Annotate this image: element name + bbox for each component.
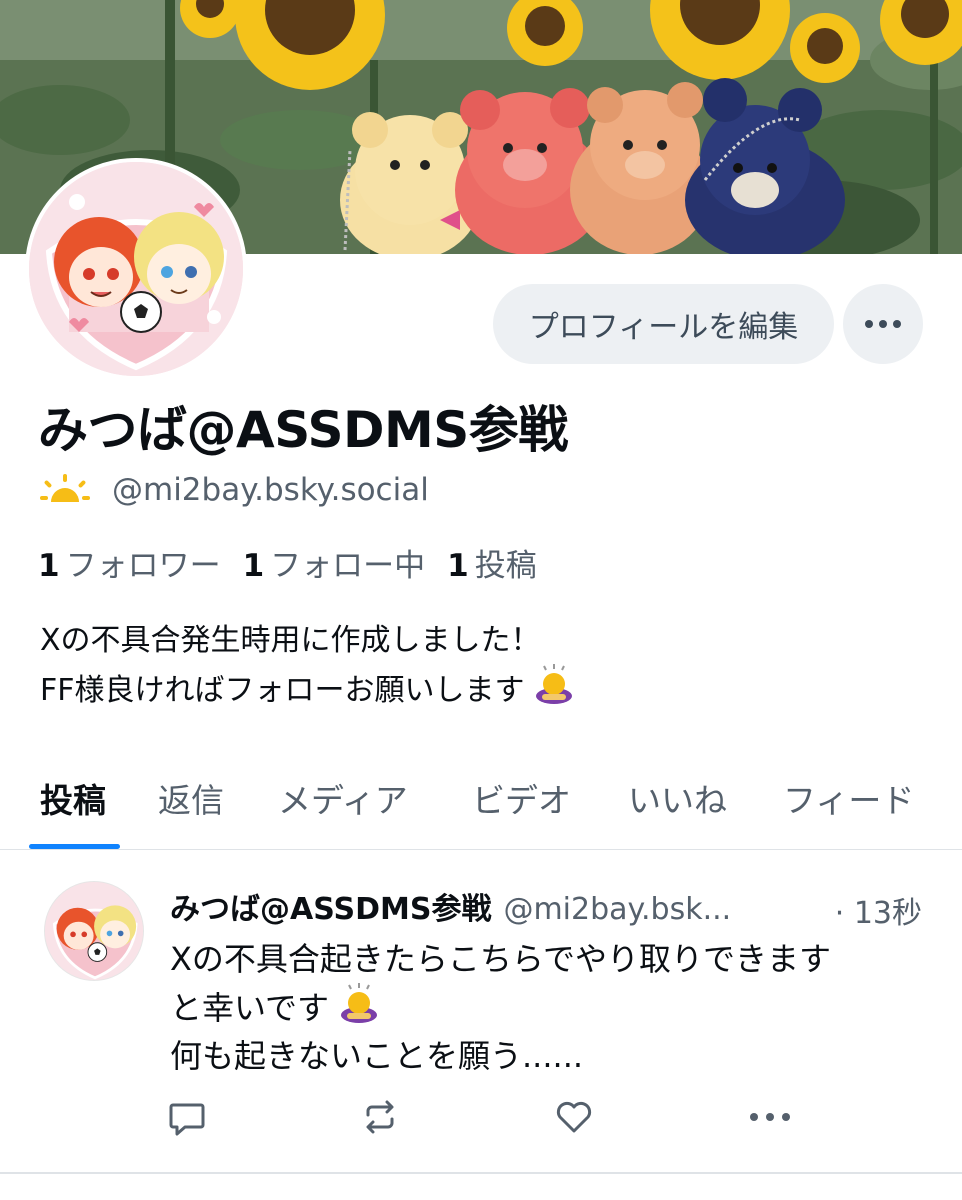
- reply-button[interactable]: [165, 1095, 209, 1139]
- tab-likes[interactable]: いいね: [628, 774, 727, 822]
- tab-feeds[interactable]: フィード: [783, 774, 914, 822]
- followers-stat[interactable]: 1 フォロワー: [38, 540, 221, 585]
- profile-bio: Xの不具合発生時用に作成しました！ FF様良ければフォローお願いします: [40, 618, 574, 714]
- feed-divider: [0, 1172, 962, 1174]
- profile-stats: 1 フォロワー 1 フォロー中 1 投稿: [38, 540, 559, 585]
- more-dots-icon: [750, 1113, 790, 1121]
- profile-more-button[interactable]: [843, 284, 923, 364]
- like-button[interactable]: [552, 1095, 596, 1139]
- tab-replies[interactable]: 返信: [158, 774, 224, 822]
- display-name: みつば@ASSDMS参戦: [38, 401, 568, 459]
- post-avatar-image: [45, 882, 143, 980]
- bio-line-2: FF様良ければフォローお願いします: [40, 673, 525, 708]
- post-actions: [0, 1095, 962, 1145]
- posts-stat: 1 投稿: [447, 540, 537, 585]
- followers-label: フォロワー: [65, 548, 221, 584]
- following-count: 1: [242, 548, 265, 584]
- post-avatar[interactable]: [44, 881, 144, 981]
- tab-posts[interactable]: 投稿: [40, 774, 106, 822]
- post-line-3: 何も起きないことを願う......: [170, 1037, 584, 1075]
- more-dots-icon: [865, 320, 901, 328]
- bio-line-1: Xの不具合発生時用に作成しました！: [40, 623, 541, 658]
- post-line-2-wrap: と幸いです: [170, 983, 930, 1032]
- handle-text[interactable]: @mi2bay.bsky.social: [112, 472, 429, 508]
- heart-icon: [556, 1101, 592, 1133]
- post-body: Xの不具合起きたらこちらでやり取りできます と幸いです 何も起きないことを願う.…: [170, 935, 930, 1080]
- tab-videos[interactable]: ビデオ: [472, 774, 571, 822]
- edit-profile-label: プロフィールを編集: [528, 310, 799, 345]
- person-bowing-emoji: [536, 664, 573, 704]
- followers-count: 1: [38, 548, 60, 584]
- post-line-2: と幸いです: [170, 989, 330, 1027]
- tab-media[interactable]: メディア: [278, 774, 408, 822]
- reply-icon: [169, 1103, 205, 1136]
- posts-label: 投稿: [474, 548, 537, 584]
- post-timestamp[interactable]: · 13秒: [835, 888, 922, 932]
- bio-line-2-wrap: FF様良ければフォローお願いします: [40, 664, 574, 714]
- sunrise-icon: [40, 474, 90, 502]
- profile-avatar[interactable]: [25, 158, 247, 380]
- active-tab-indicator: [29, 844, 120, 849]
- post-author-handle[interactable]: @mi2bay.bsk...: [503, 892, 731, 927]
- edit-profile-button[interactable]: プロフィールを編集: [493, 284, 834, 364]
- profile-tabs: 投稿 返信 メディア ビデオ いいね フィード: [0, 760, 962, 850]
- post-header: みつば@ASSDMS参戦 @mi2bay.bsk...: [170, 884, 930, 928]
- following-label: フォロー中: [270, 548, 426, 584]
- avatar-image: [29, 162, 243, 376]
- handle-row: @mi2bay.bsky.social: [40, 472, 429, 508]
- repost-icon: [366, 1100, 394, 1134]
- posts-count: 1: [447, 548, 469, 584]
- post-line-1: Xの不具合起きたらこちらでやり取りできます: [170, 940, 831, 978]
- repost-button[interactable]: [358, 1095, 402, 1139]
- person-bowing-emoji: [341, 983, 378, 1023]
- post-more-button[interactable]: [748, 1095, 792, 1139]
- following-stat[interactable]: 1 フォロー中: [243, 540, 426, 585]
- post-author-name[interactable]: みつば@ASSDMS参戦: [170, 884, 491, 928]
